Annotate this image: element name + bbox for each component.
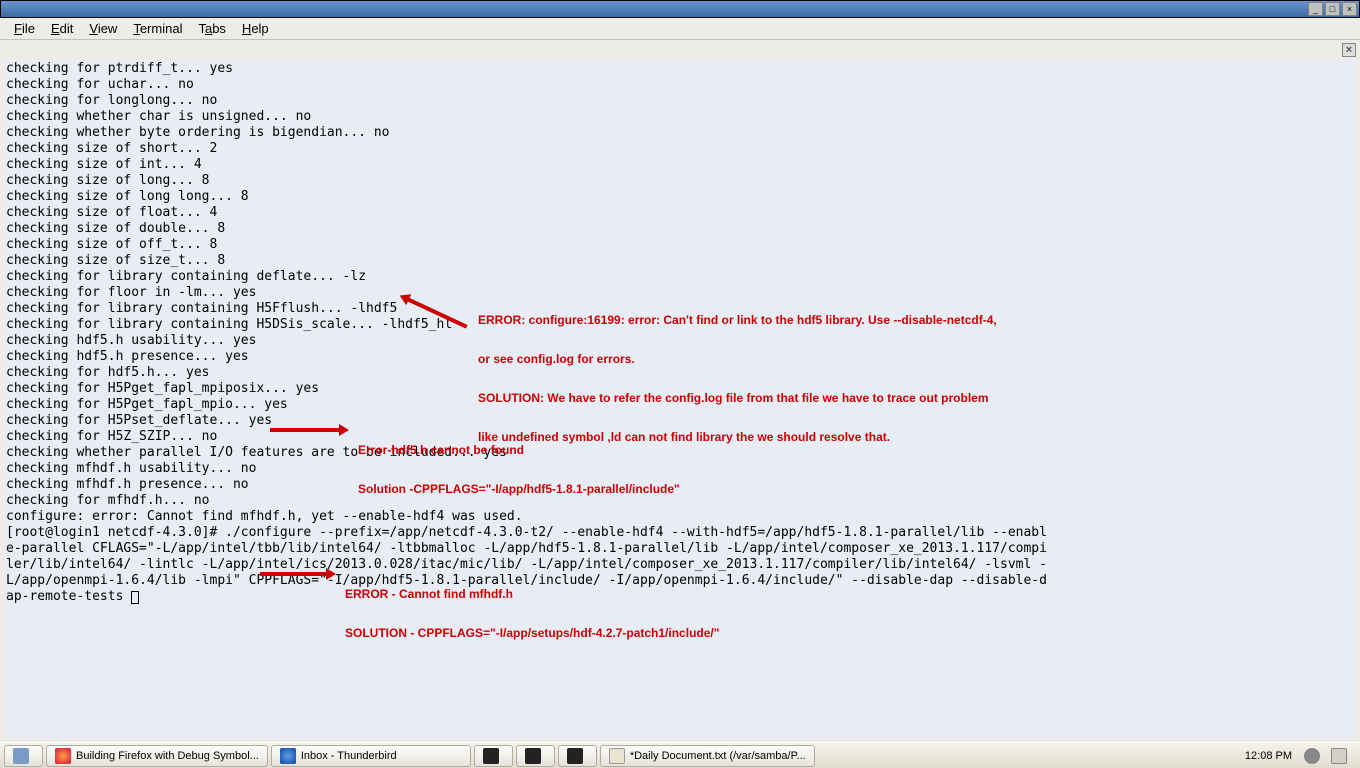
- taskbar-clock[interactable]: 12:08 PM: [1239, 750, 1298, 762]
- terminal-icon: [483, 748, 499, 764]
- menu-help[interactable]: Help: [234, 19, 277, 38]
- menu-terminal[interactable]: Terminal: [125, 19, 190, 38]
- firefox-icon: [55, 748, 71, 764]
- menu-tabs[interactable]: Tabs: [190, 19, 233, 38]
- tray-icon[interactable]: [1331, 748, 1347, 764]
- taskbar-app-terminal-2[interactable]: [516, 745, 555, 767]
- close-window-button[interactable]: ×: [1342, 2, 1357, 16]
- minimize-button[interactable]: _: [1308, 2, 1323, 16]
- taskbar-app-terminal-1[interactable]: [474, 745, 513, 767]
- terminal-container: × checking for ptrdiff_t... yes checking…: [0, 40, 1360, 742]
- taskbar-app-terminal-3[interactable]: [558, 745, 597, 767]
- terminal-output[interactable]: checking for ptrdiff_t... yes checking f…: [4, 60, 1356, 738]
- maximize-button[interactable]: □: [1325, 2, 1340, 16]
- menu-file[interactable]: File: [6, 19, 43, 38]
- tab-close-button[interactable]: ×: [1342, 43, 1356, 57]
- system-tray: 12:08 PM: [1235, 748, 1356, 764]
- taskbar-app-editor[interactable]: *Daily Document.txt (/var/samba/P...: [600, 745, 815, 767]
- menu-edit[interactable]: Edit: [43, 19, 81, 38]
- volume-icon[interactable]: [1304, 748, 1320, 764]
- taskbar-app-thunderbird[interactable]: Inbox - Thunderbird: [271, 745, 471, 767]
- menu-view[interactable]: View: [81, 19, 125, 38]
- thunderbird-icon: [280, 748, 296, 764]
- terminal-icon: [567, 748, 583, 764]
- window-titlebar: _ □ ×: [0, 0, 1360, 18]
- taskbar-app-firefox[interactable]: Building Firefox with Debug Symbol...: [46, 745, 268, 767]
- taskbar-app-label: *Daily Document.txt (/var/samba/P...: [630, 750, 806, 762]
- taskbar-app-label: Building Firefox with Debug Symbol...: [76, 750, 259, 762]
- taskbar: Building Firefox with Debug Symbol... In…: [0, 742, 1360, 768]
- taskbar-show-desktop[interactable]: [4, 745, 43, 767]
- terminal-icon: [525, 748, 541, 764]
- taskbar-app-label: Inbox - Thunderbird: [301, 750, 397, 762]
- text-document-icon: [609, 748, 625, 764]
- menu-bar: File Edit View Terminal Tabs Help: [0, 18, 1360, 40]
